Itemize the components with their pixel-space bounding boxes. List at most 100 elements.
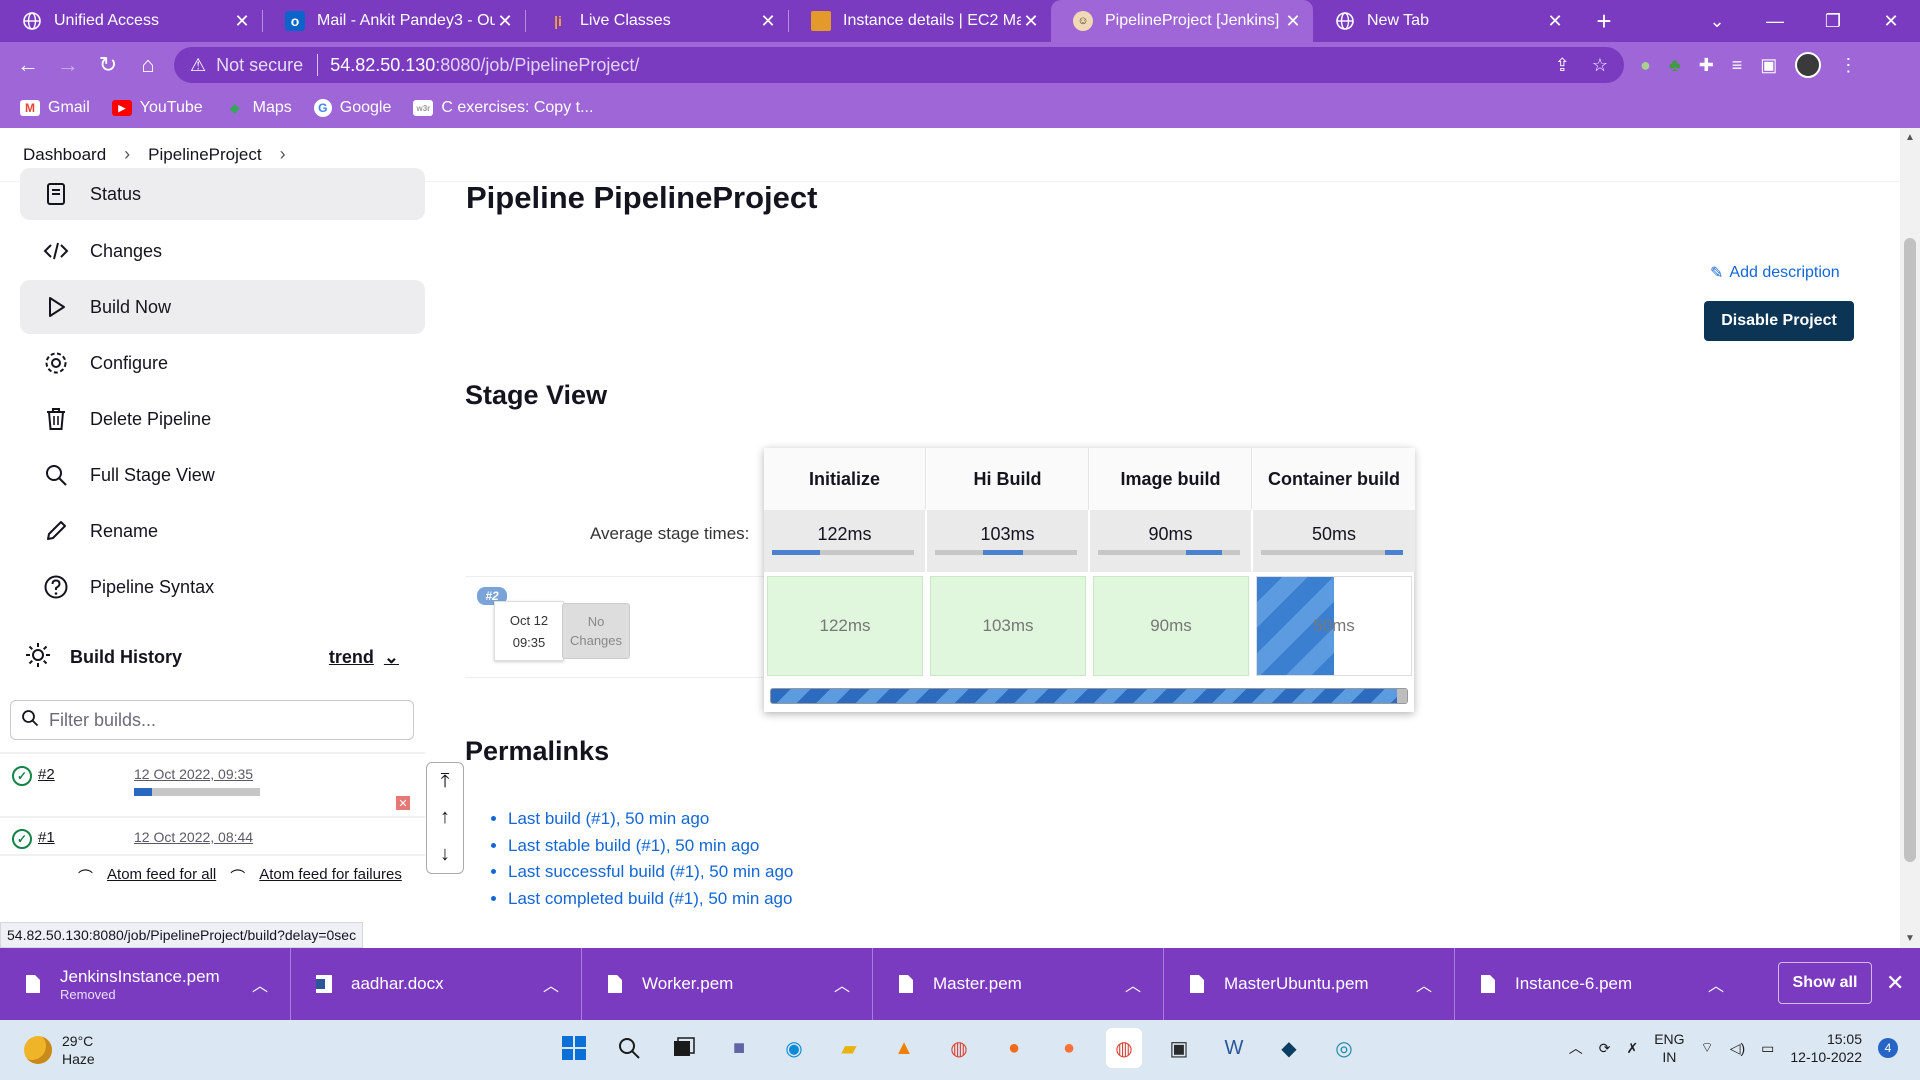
scroll-up-arrow-icon[interactable]: ▲ [1905, 132, 1915, 143]
language-indicator[interactable]: ENG IN [1654, 1030, 1684, 1066]
chevron-up-icon[interactable]: ︿ [1708, 972, 1724, 996]
sidebar-item-build-now[interactable]: Build Now [20, 280, 425, 334]
chevron-up-icon[interactable]: ︿ [1569, 1038, 1583, 1058]
terminal-icon[interactable]: ▣ [1161, 1028, 1197, 1068]
scroll-top-icon[interactable]: ⤒ [441, 770, 450, 793]
sidepanel-icon[interactable]: ▣ [1760, 55, 1777, 76]
chevron-up-icon[interactable]: ︿ [834, 972, 850, 996]
add-description-link[interactable]: ✎ Add description [1710, 263, 1840, 283]
chevron-up-icon[interactable]: ︿ [543, 972, 559, 996]
address-bar[interactable]: ⚠ Not secure 54.82.50.130:8080/job/Pipel… [174, 47, 1624, 83]
scrollbar-thumb[interactable] [1904, 238, 1916, 862]
weather-widget[interactable]: 29°C Haze [24, 1032, 95, 1068]
chrome-active-icon[interactable]: ◍ [1106, 1028, 1142, 1068]
build-date-link[interactable]: 12 Oct 2022, 08:44 [134, 829, 253, 845]
share-icon[interactable]: ⇪ [1555, 55, 1570, 76]
close-icon[interactable]: ✕ [1021, 11, 1041, 32]
brave-pen-icon[interactable]: ● [996, 1028, 1032, 1068]
download-item[interactable]: Worker.pem ︿ [582, 948, 873, 1020]
build-number-link[interactable]: #2 [38, 766, 55, 783]
tab-ec2[interactable]: Instance details | EC2 Mana ✕ [789, 0, 1051, 42]
cancel-build-icon[interactable]: ✕ [396, 796, 410, 810]
close-icon[interactable]: ✕ [1886, 970, 1904, 996]
sidebar-item-status[interactable]: Status [20, 168, 425, 220]
bookmark-google[interactable]: G Google [313, 99, 391, 117]
permalink-link[interactable]: Last completed build (#1), 50 min ago [508, 889, 792, 908]
warning-icon[interactable]: ⚠ [190, 55, 206, 76]
menu-icon[interactable]: ⋮ [1839, 55, 1857, 76]
sidebar-item-configure[interactable]: Configure [20, 336, 425, 390]
close-icon[interactable]: ✕ [1283, 11, 1303, 32]
volume-icon[interactable]: ◁) [1730, 1040, 1745, 1057]
wifi-icon[interactable]: ⌔ [1701, 1039, 1714, 1057]
atom-feed-all-link[interactable]: Atom feed for all [107, 866, 216, 887]
chevron-up-icon[interactable]: ︿ [1416, 972, 1432, 996]
task-view-icon[interactable] [666, 1028, 702, 1068]
tab-jenkins[interactable]: ☺ PipelineProject [Jenkins] ✕ [1051, 0, 1313, 42]
build-date-link[interactable]: 12 Oct 2022, 09:35 [134, 766, 253, 782]
firefox-icon[interactable]: ● [1051, 1028, 1087, 1068]
close-icon[interactable]: ✕ [1545, 11, 1565, 32]
sync-icon[interactable]: ⟳ [1599, 1040, 1611, 1057]
clock[interactable]: 15:05 12-10-2022 [1790, 1030, 1862, 1066]
scroll-down-icon[interactable]: ↓ [440, 843, 450, 866]
stage-cell-success[interactable]: 122ms [767, 576, 923, 676]
chevron-up-icon[interactable]: ︿ [252, 972, 268, 996]
download-item[interactable]: Instance-6.pem ︿ [1455, 948, 1746, 1020]
close-icon[interactable]: ✕ [232, 11, 252, 32]
forward-button[interactable]: → [48, 52, 88, 78]
build-progress-bar[interactable] [134, 788, 260, 796]
breadcrumb-pipelineproject[interactable]: PipelineProject [148, 145, 261, 165]
vlc-icon[interactable]: ▲ [886, 1028, 922, 1068]
search-icon[interactable] [611, 1028, 647, 1068]
file-explorer-icon[interactable]: ▰ [831, 1028, 867, 1068]
bookmark-maps[interactable]: ◆ Maps [225, 99, 292, 117]
chevron-right-icon[interactable]: › [280, 144, 286, 165]
page-scrollbar[interactable]: ▲ ▼ [1900, 128, 1920, 948]
trend-link[interactable]: trend ⌄ [329, 647, 399, 668]
close-icon[interactable]: ✕ [758, 11, 778, 32]
scroll-down-arrow-icon[interactable]: ▼ [1905, 933, 1915, 944]
back-button[interactable]: ← [8, 52, 48, 78]
teams-chat-icon[interactable]: ■ [721, 1028, 757, 1068]
disable-project-button[interactable]: Disable Project [1704, 301, 1854, 341]
download-item[interactable]: aadhar.docx ︿ [291, 948, 582, 1020]
profile-avatar[interactable] [1795, 52, 1822, 78]
notification-badge[interactable]: 4 [1878, 1038, 1898, 1058]
tab-mail[interactable]: o Mail - Ankit Pandey3 - Outl ✕ [263, 0, 525, 42]
tab-new-tab[interactable]: New Tab ✕ [1313, 0, 1575, 42]
scroll-up-icon[interactable]: ↑ [440, 806, 450, 829]
battery-icon[interactable]: ▭ [1761, 1040, 1774, 1057]
filter-builds-input[interactable]: Filter builds... [10, 700, 414, 740]
home-icon[interactable]: ⌂ [128, 52, 168, 78]
mic-muted-icon[interactable]: ✗ [1626, 1040, 1638, 1057]
permalink-link[interactable]: Last stable build (#1), 50 min ago [508, 836, 759, 855]
bookmark-youtube[interactable]: ▶ YouTube [111, 99, 203, 117]
sidebar-item-full-stage-view[interactable]: Full Stage View [20, 448, 425, 502]
download-item[interactable]: Master.pem ︿ [873, 948, 1164, 1020]
sidebar-item-delete-pipeline[interactable]: Delete Pipeline [20, 392, 425, 446]
media-icon[interactable]: ≡ [1732, 55, 1743, 76]
new-tab-button[interactable]: + [1589, 6, 1619, 37]
close-icon[interactable]: ✕ [495, 11, 515, 32]
bookmark-c-exercises[interactable]: w3r C exercises: Copy t... [413, 99, 593, 117]
chevron-up-icon[interactable]: ︿ [1125, 972, 1141, 996]
download-item[interactable]: MasterUbuntu.pem ︿ [1164, 948, 1455, 1020]
tab-live-classes[interactable]: |i Live Classes ✕ [526, 0, 788, 42]
chrome-icon[interactable]: ◍ [941, 1028, 977, 1068]
sidebar-item-changes[interactable]: Changes [20, 224, 425, 278]
download-item[interactable]: JenkinsInstance.pem Removed ︿ [0, 948, 291, 1020]
extension-icon[interactable]: ● [1640, 55, 1651, 76]
show-all-downloads-button[interactable]: Show all [1778, 962, 1872, 1004]
close-window-button[interactable]: ✕ [1862, 11, 1920, 32]
stage-cell-success[interactable]: 103ms [930, 576, 1086, 676]
tree-extension-icon[interactable]: ♣ [1669, 55, 1681, 76]
windows-start-icon[interactable] [556, 1028, 592, 1068]
sidebar-item-pipeline-syntax[interactable]: Pipeline Syntax [20, 560, 425, 614]
word-icon[interactable]: W [1216, 1028, 1252, 1068]
build-number-link[interactable]: #1 [38, 829, 55, 846]
permalink-link[interactable]: Last successful build (#1), 50 min ago [508, 862, 793, 881]
restore-button[interactable]: ❐ [1804, 11, 1862, 32]
security-label[interactable]: Not secure [216, 55, 303, 76]
tab-search-icon[interactable]: ⌄ [1688, 11, 1746, 32]
